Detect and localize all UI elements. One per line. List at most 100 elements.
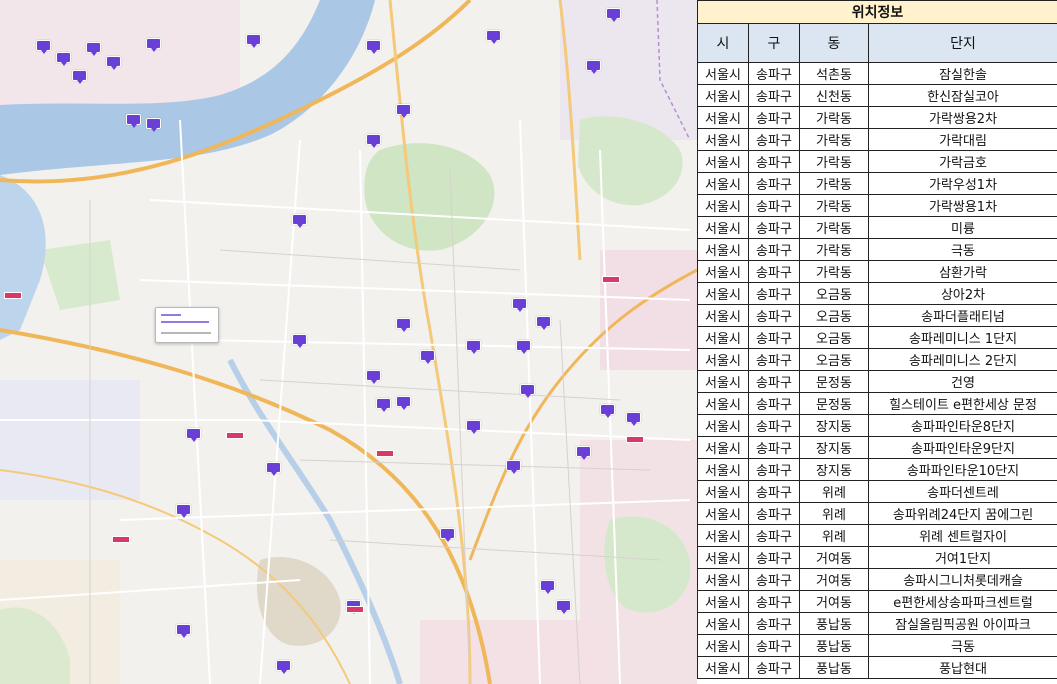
cell-city: 서울시: [697, 128, 749, 151]
cell-dong: 문정동: [799, 392, 869, 415]
apartment-marker[interactable]: [176, 504, 191, 518]
apartment-marker[interactable]: [606, 8, 621, 22]
apartment-marker[interactable]: [292, 334, 307, 348]
apartment-marker[interactable]: [292, 214, 307, 228]
table-row: 서울시 송파구 풍납동 극동: [697, 634, 1057, 657]
apartment-marker[interactable]: [556, 600, 571, 614]
apartment-marker[interactable]: [366, 40, 381, 54]
location-table: 위치정보 시 구 동 단지 서울시 송파구 석촌동 잠실한솔 서울시 송파구 신천동 한신잠실…: [697, 0, 1057, 679]
apartment-marker[interactable]: [72, 70, 87, 84]
cell-complex: 송파파인타운9단지: [867, 436, 1057, 459]
apartment-marker[interactable]: [486, 30, 501, 44]
apartment-marker[interactable]: [586, 60, 601, 74]
apartment-marker[interactable]: [540, 580, 555, 594]
table-row: 서울시 송파구 위례 위례 센트럴자이: [697, 524, 1057, 547]
table-row: 서울시 송파구 거여동 송파시그니처롯데캐슬: [697, 568, 1057, 591]
apartment-marker[interactable]: [126, 114, 141, 128]
apartment-marker[interactable]: [520, 384, 535, 398]
apartment-marker[interactable]: [466, 420, 481, 434]
apartment-marker[interactable]: [366, 134, 381, 148]
apartment-marker[interactable]: [396, 104, 411, 118]
cell-district: 송파구: [748, 370, 800, 393]
apartment-marker[interactable]: [366, 370, 381, 384]
cell-dong: 장지동: [799, 458, 869, 481]
apartment-marker[interactable]: [176, 624, 191, 638]
cell-district: 송파구: [748, 128, 800, 151]
location-pin[interactable]: [4, 292, 22, 299]
apartment-marker[interactable]: [396, 318, 411, 332]
table-row: 서울시 송파구 가락동 가락쌍용2차: [697, 106, 1057, 129]
apartment-marker[interactable]: [440, 528, 455, 542]
apartment-marker[interactable]: [86, 42, 101, 56]
cell-complex: 잠실올림픽공원 아이파크: [867, 612, 1057, 635]
cell-complex: 위례 센트럴자이: [867, 524, 1057, 547]
apartment-marker[interactable]: [512, 298, 527, 312]
location-pin[interactable]: [226, 432, 244, 439]
cell-city: 서울시: [697, 282, 749, 305]
cell-city: 서울시: [697, 84, 749, 107]
cell-city: 서울시: [697, 150, 749, 173]
apartment-marker[interactable]: [466, 340, 481, 354]
cell-district: 송파구: [748, 656, 800, 679]
cell-district: 송파구: [748, 326, 800, 349]
cell-complex: 가락금호: [867, 150, 1057, 173]
cell-complex: 가락우성1차: [867, 172, 1057, 195]
location-pin[interactable]: [626, 436, 644, 443]
cell-dong: 장지동: [799, 436, 869, 459]
column-header-dong: 동: [799, 23, 869, 63]
cell-city: 서울시: [697, 436, 749, 459]
apartment-marker[interactable]: [600, 404, 615, 418]
table-row: 서울시 송파구 오금동 상아2차: [697, 282, 1057, 305]
cell-city: 서울시: [697, 502, 749, 525]
apartment-marker[interactable]: [186, 428, 201, 442]
apartment-marker[interactable]: [376, 398, 391, 412]
cell-district: 송파구: [748, 150, 800, 173]
cell-complex: 가락대림: [867, 128, 1057, 151]
cell-complex: 잠실한솔: [867, 62, 1057, 85]
apartment-marker[interactable]: [106, 56, 121, 70]
cell-city: 서울시: [697, 568, 749, 591]
cell-dong: 위례: [799, 524, 869, 547]
cell-city: 서울시: [697, 106, 749, 129]
apartment-marker[interactable]: [420, 350, 435, 364]
table-row: 서울시 송파구 문정동 힐스테이트 e편한세상 문정: [697, 392, 1057, 415]
cell-district: 송파구: [748, 282, 800, 305]
cell-dong: 장지동: [799, 414, 869, 437]
cell-district: 송파구: [748, 106, 800, 129]
apartment-marker[interactable]: [276, 660, 291, 674]
cell-city: 서울시: [697, 172, 749, 195]
apartment-marker[interactable]: [36, 40, 51, 54]
cell-city: 서울시: [697, 480, 749, 503]
apartment-marker[interactable]: [626, 412, 641, 426]
location-pin[interactable]: [112, 536, 130, 543]
apartment-marker[interactable]: [576, 446, 591, 460]
location-pin[interactable]: [346, 606, 364, 613]
cell-district: 송파구: [748, 546, 800, 569]
cell-city: 서울시: [697, 194, 749, 217]
cell-district: 송파구: [748, 84, 800, 107]
apartment-marker[interactable]: [536, 316, 551, 330]
apartment-marker[interactable]: [516, 340, 531, 354]
cell-dong: 풍납동: [799, 656, 869, 679]
cell-district: 송파구: [748, 392, 800, 415]
apartment-marker[interactable]: [56, 52, 71, 66]
cell-city: 서울시: [697, 634, 749, 657]
cell-city: 서울시: [697, 260, 749, 283]
cell-complex: 송파파인타운10단지: [867, 458, 1057, 481]
apartment-marker[interactable]: [146, 38, 161, 52]
cell-dong: 거여동: [799, 590, 869, 613]
map-view[interactable]: [0, 0, 697, 684]
cell-dong: 신천동: [799, 84, 869, 107]
table-row: 서울시 송파구 장지동 송파파인타운8단지: [697, 414, 1057, 437]
cell-dong: 가락동: [799, 150, 869, 173]
apartment-marker[interactable]: [246, 34, 261, 48]
table-row: 서울시 송파구 오금동 송파레미니스 1단지: [697, 326, 1057, 349]
apartment-marker[interactable]: [506, 460, 521, 474]
apartment-marker[interactable]: [266, 462, 281, 476]
location-pin[interactable]: [602, 276, 620, 283]
location-pin[interactable]: [376, 450, 394, 457]
apartment-marker[interactable]: [146, 118, 161, 132]
cell-dong: 가락동: [799, 238, 869, 261]
cell-complex: 건영: [867, 370, 1057, 393]
apartment-marker[interactable]: [396, 396, 411, 410]
